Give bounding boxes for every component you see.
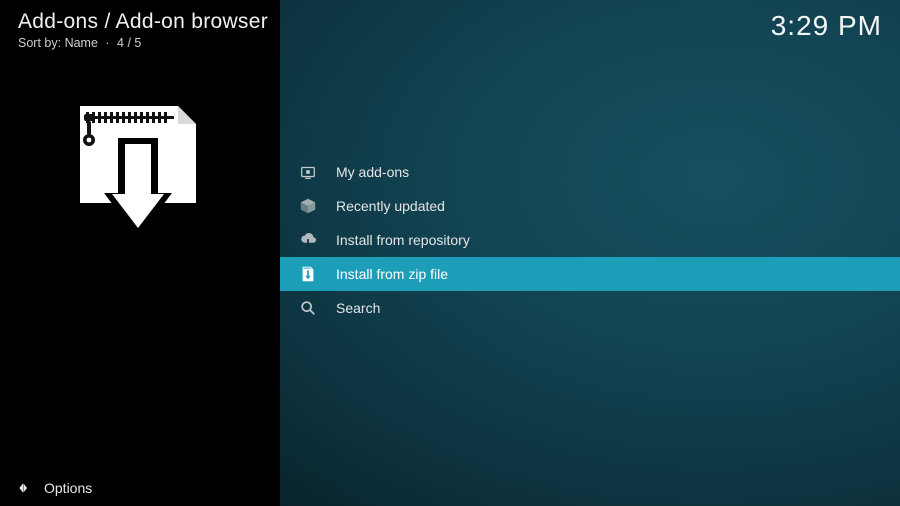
menu-item-install-from-zip[interactable]: Install from zip file [280, 257, 900, 291]
cloud-download-icon [298, 230, 318, 250]
box-icon [298, 196, 318, 216]
options-icon[interactable] [14, 479, 32, 497]
menu-item-label: My add-ons [336, 164, 409, 180]
header: Add-ons / Add-on browser Sort by: Name ·… [18, 10, 882, 50]
menu-item-my-addons[interactable]: My add-ons [280, 155, 900, 189]
separator-dot: · [105, 36, 109, 50]
breadcrumb: Add-ons / Add-on browser [18, 10, 268, 34]
menu-item-install-from-repository[interactable]: Install from repository [280, 223, 900, 257]
list-position: 4 / 5 [117, 36, 141, 50]
sort-by-value: Name [65, 36, 98, 50]
options-label[interactable]: Options [44, 480, 92, 496]
clock: 3:29 PM [771, 10, 882, 42]
menu-item-search[interactable]: Search [280, 291, 900, 325]
menu-item-label: Recently updated [336, 198, 445, 214]
sort-by-label: Sort by: [18, 36, 61, 50]
footer: Options [0, 470, 900, 506]
header-subline: Sort by: Name · 4 / 5 [18, 36, 268, 50]
zip-file-icon [298, 264, 318, 284]
header-left: Add-ons / Add-on browser Sort by: Name ·… [18, 10, 268, 50]
menu-list: My add-ons Recently updated Install from… [280, 155, 900, 325]
addons-icon [298, 162, 318, 182]
menu-item-recently-updated[interactable]: Recently updated [280, 189, 900, 223]
search-icon [298, 298, 318, 318]
menu-item-label: Install from repository [336, 232, 470, 248]
menu-item-label: Install from zip file [336, 266, 448, 282]
zip-download-art [70, 100, 210, 240]
menu-item-label: Search [336, 300, 380, 316]
